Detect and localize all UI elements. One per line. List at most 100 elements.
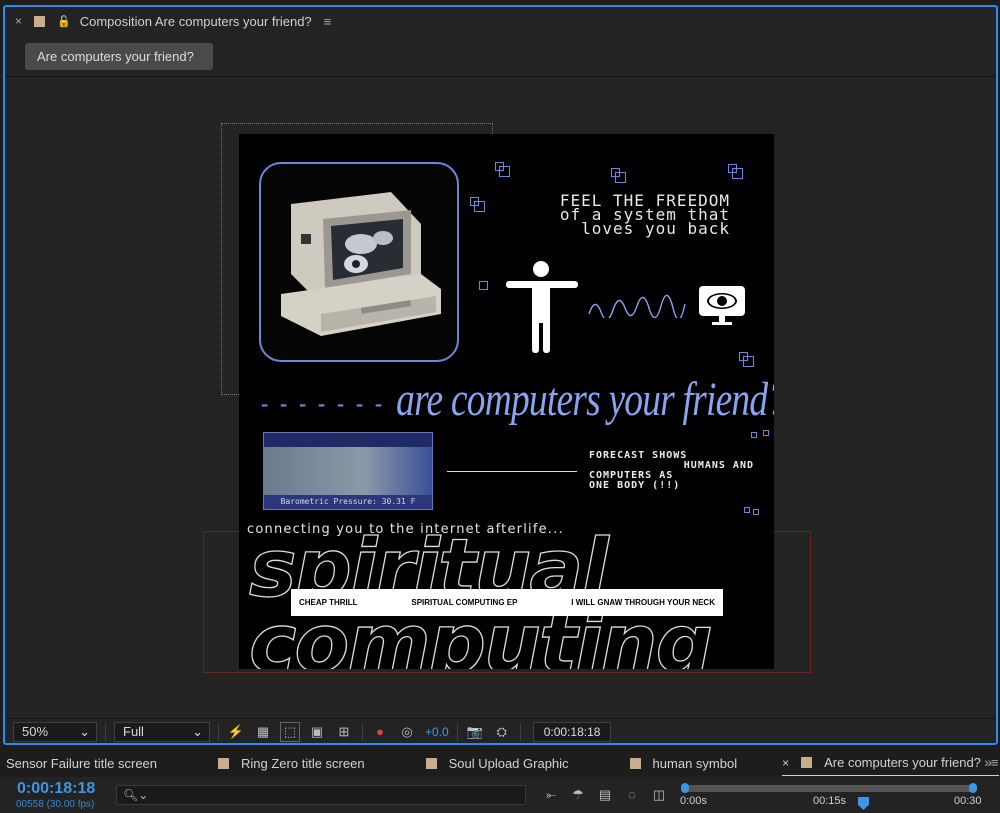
square-decoration [739,352,754,367]
weather-map-image: Barometric Pressure: 30.31 F [263,432,433,510]
label-color-swatch [629,757,641,769]
tab-human-symbol[interactable]: human symbol [629,750,738,776]
tab-menu-icon[interactable]: ≡ [991,755,999,770]
region-of-interest-icon[interactable]: ▣ [307,722,327,742]
work-area-bar[interactable] [684,785,974,792]
square-decoration [470,197,485,212]
graph-editor-icon[interactable]: ◫ [648,787,670,803]
composition-flowchart-icon[interactable]: ⤜ [540,787,562,803]
track-3: I WILL GNAW THROUGH YOUR NECK [571,598,715,607]
composition-panel: × 🔓 Composition Are computers your frien… [3,5,998,745]
after-effects-window: × 🔓 Composition Are computers your frien… [0,0,1000,813]
color-channels-icon[interactable]: ● [370,722,390,742]
eye-monitor-icon [699,286,745,325]
separator-line [447,471,577,472]
mask-path-icon[interactable]: ⬚ [280,721,300,742]
magnification-select[interactable]: 50% ⌄ [13,721,97,742]
label-color-swatch[interactable] [34,15,46,27]
toolbar-separator [519,722,521,741]
headline: - - - - - - - are computers your friend? [261,372,774,427]
timeline-switches: ⤜ ☂ ▤ ◌ ◫ [540,787,675,803]
square-decoration [744,507,750,513]
timeline-tabs: Sensor Failure title screen Ring Zero ti… [0,750,1000,776]
show-snapshot-icon[interactable]: ⛭ [492,722,512,742]
reset-exposure-icon[interactable]: ◎ [397,722,417,742]
square-decoration [479,281,488,290]
lock-icon[interactable]: 🔓 [57,15,71,28]
toolbar-separator [105,722,106,741]
magnification-value: 50% [22,724,49,739]
weather-caption: Barometric Pressure: 30.31 F [264,495,432,509]
tab-sensor-failure[interactable]: Sensor Failure title screen [6,750,157,776]
playhead[interactable] [858,797,869,810]
draft-3d-icon[interactable]: ☂ [567,787,589,803]
time-ruler[interactable]: 0:00s 00:15s 00:30 [680,783,982,813]
current-time-display[interactable]: 0:00:18:18 [532,721,612,742]
tab-ring-zero[interactable]: Ring Zero title screen [218,750,365,776]
chevron-down-icon: ⌄ [79,723,90,739]
tab-label: human symbol [652,755,738,771]
tracklist-bar: CHEAP THRILL SPIRITUAL COMPUTING EP I WI… [291,589,723,616]
wave-icon [588,294,686,318]
tab-label: Soul Upload Graphic [448,755,569,771]
square-decoration [763,430,769,436]
frame-blending-icon[interactable]: ▤ [594,787,616,803]
toolbar-separator [218,722,219,741]
weather-map-header [264,433,432,447]
square-decoration [728,164,743,179]
toolbar-separator [456,722,458,741]
exposure-value[interactable]: +0.0 [425,725,449,739]
resolution-select[interactable]: Full ⌄ [114,721,210,742]
more-tabs-icon[interactable]: » [984,754,992,770]
fast-previews-icon[interactable]: ⚡ [226,722,246,742]
headline-text: are computers your friend? [396,373,774,426]
composition-viewer[interactable]: FEEL THE FREEDOM of a system that loves … [5,77,996,717]
square-decoration [751,432,757,438]
tab-soul-upload[interactable]: Soul Upload Graphic [425,750,569,776]
composition-breadcrumb-button[interactable]: Are computers your friend? [25,43,213,70]
work-area-end-handle[interactable] [969,783,977,793]
layer-search-input[interactable]: 🔍︎⌄ [116,785,526,805]
toolbar-separator [362,722,363,741]
ruler-label: 0:00s [680,795,707,807]
chevron-down-icon: ⌄ [192,723,203,739]
panel-title: Composition Are computers your friend? [79,13,312,29]
weather-map-area [264,447,432,497]
motion-blur-icon[interactable]: ◌ [621,787,643,803]
frame-rate-info: 00558 (30.00 fps) [16,799,95,810]
forecast-text: FORECAST SHOWS HUMANS AND COMPUTERS AS O… [589,451,754,491]
timeline-current-time[interactable]: 0:00:18:18 [17,780,95,798]
tab-label: Ring Zero title screen [241,755,365,771]
crt-computer-image [259,162,459,362]
human-figure-icon [506,261,578,353]
work-area-start-handle[interactable] [681,783,689,793]
close-panel-icon[interactable]: × [15,14,22,28]
label-color-swatch [801,757,813,768]
snapshot-camera-icon[interactable]: 📷 [465,722,485,742]
ruler-label: 00:30 [954,795,982,807]
tab-label: Are computers your friend? [824,755,981,770]
transparency-grid-icon[interactable]: ▦ [253,722,273,742]
freedom-line-3: loves you back [581,219,730,238]
resolution-value: Full [123,724,144,739]
label-color-swatch [425,757,437,769]
square-decoration [753,509,759,515]
ruler-label: 00:15s [813,795,847,807]
search-icon: 🔍︎⌄ [123,788,149,802]
composition-toolbar: 50% ⌄ Full ⌄ ⚡ ▦ ⬚ ▣ ⊞ ● ◎ +0.0 📷 ⛭ 0:00… [5,718,996,744]
comp-artboard[interactable]: FEEL THE FREEDOM of a system that loves … [239,134,774,669]
track-1: CHEAP THRILL [299,598,358,607]
guides-grid-icon[interactable]: ⊞ [334,722,354,742]
label-color-swatch [218,757,230,769]
freedom-text: FEEL THE FREEDOM of a system that loves … [560,193,730,238]
square-decoration [611,168,626,183]
panel-header: × 🔓 Composition Are computers your frien… [5,7,996,35]
headline-dashes: - - - - - - - [261,387,386,419]
panel-menu-icon[interactable]: ≡ [324,14,332,29]
close-tab-icon[interactable]: × [782,756,789,770]
tab-label: Sensor Failure title screen [6,755,158,771]
square-decoration [495,162,510,177]
timeline-panel: 0:00:18:18 00558 (30.00 fps) 🔍︎⌄ ⤜ ☂ ▤ ◌… [0,777,1000,813]
tab-are-computers-your-friend[interactable]: × Are computers your friend? ≡ [782,750,999,776]
forecast-line-4: ONE BODY (!!) [589,480,681,491]
